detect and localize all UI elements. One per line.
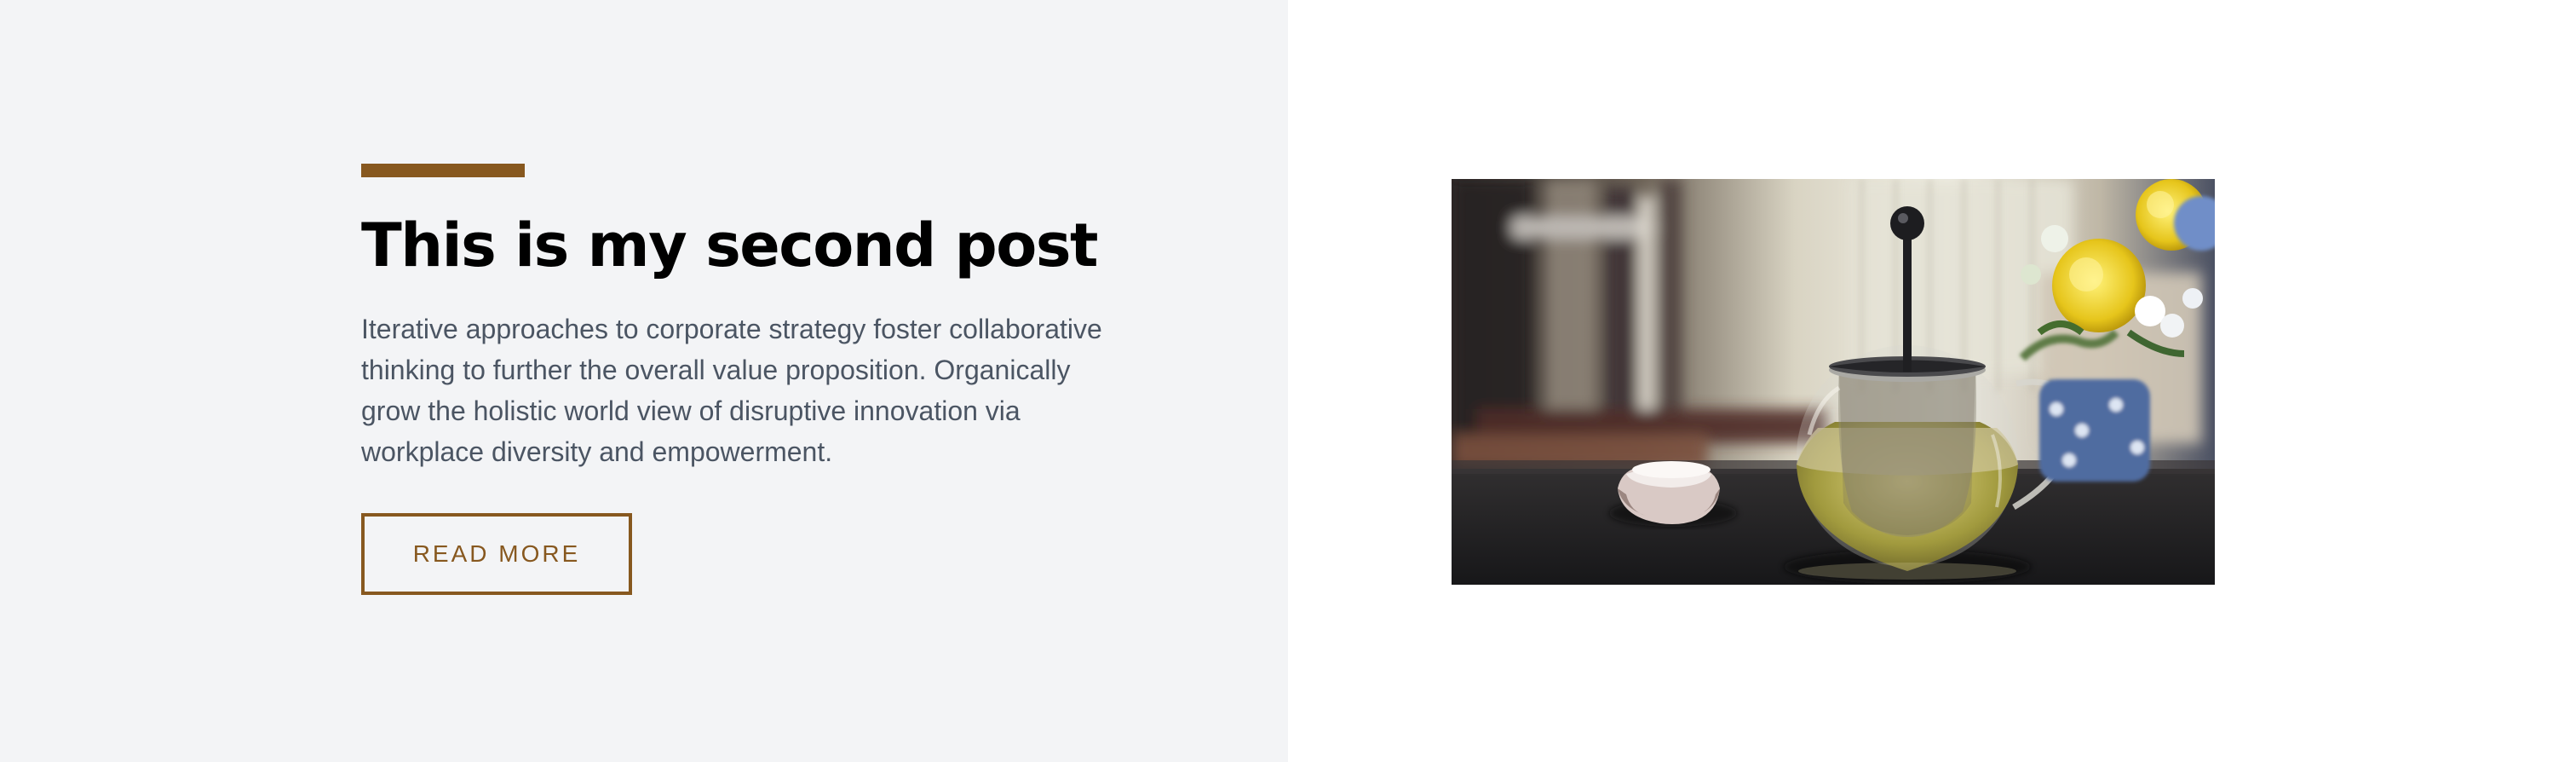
post-excerpt: Iterative approaches to corporate strate… bbox=[361, 314, 1102, 467]
post-title: This is my second post bbox=[361, 211, 1098, 280]
post-image-panel bbox=[1288, 0, 2576, 762]
post-hero: This is my second post Iterative approac… bbox=[0, 0, 2576, 762]
read-more-button[interactable]: READ MORE bbox=[361, 513, 632, 595]
post-content: This is my second post Iterative approac… bbox=[361, 164, 1128, 595]
post-image[interactable] bbox=[1452, 179, 2215, 585]
accent-bar bbox=[361, 164, 525, 177]
teapot-photo-illustration bbox=[1452, 179, 2215, 585]
post-text-panel: This is my second post Iterative approac… bbox=[0, 0, 1288, 762]
